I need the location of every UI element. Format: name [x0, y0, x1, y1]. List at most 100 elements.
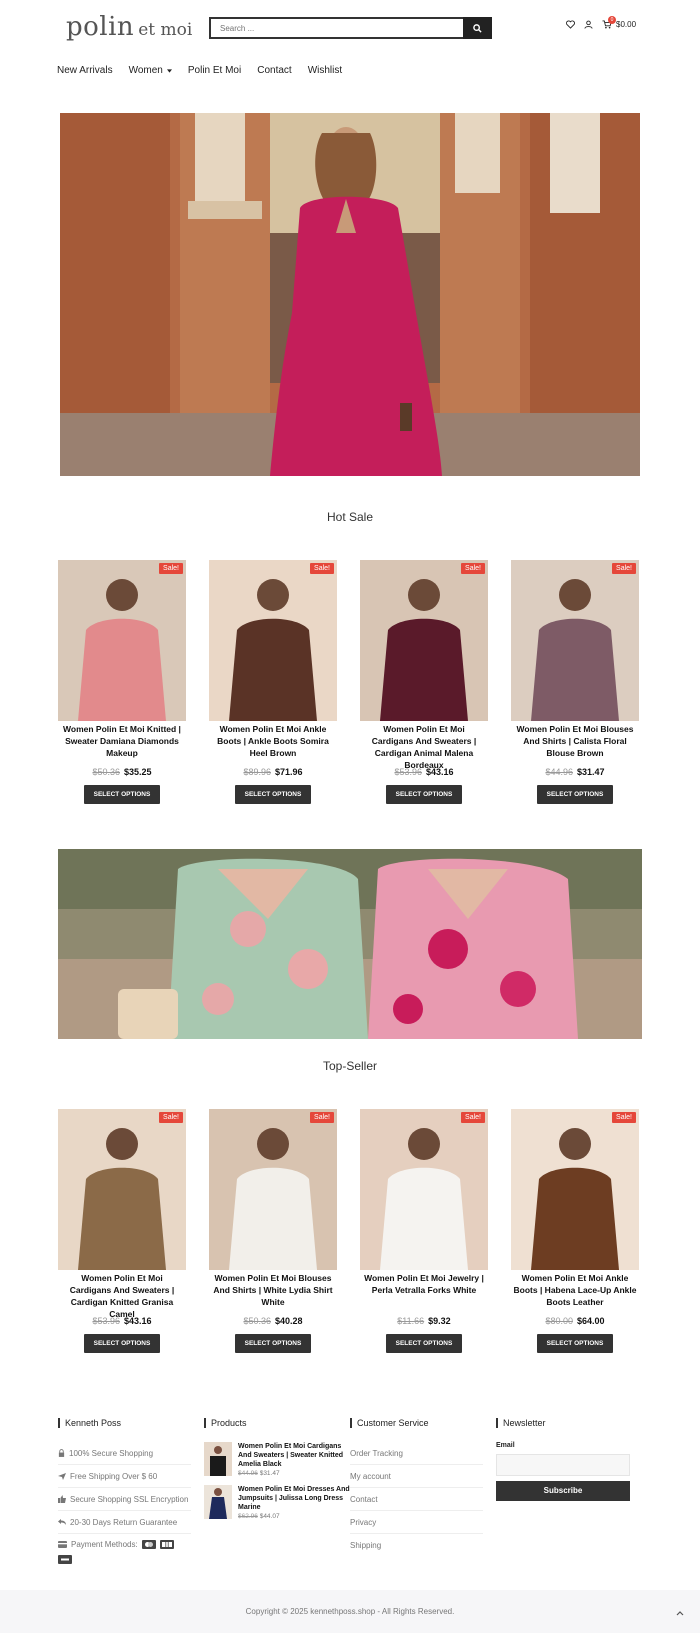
new-price: $40.28 [275, 1316, 303, 1326]
footer-product-title: Women Polin Et Moi Cardigans And Sweater… [238, 1443, 344, 1468]
footer-product-item[interactable]: Women Polin Et Moi Cardigans And Sweater… [204, 1442, 350, 1477]
subscribe-button[interactable]: Subscribe [496, 1481, 630, 1501]
visa-icon [58, 1555, 72, 1564]
product-card[interactable]: Sale! Women Polin Et Moi Blouses And Shir… [209, 1109, 337, 1353]
footer-products-title: Products [204, 1418, 350, 1428]
product-card[interactable]: Sale! Women Polin Et Moi Ankle Boots | Ha… [511, 1109, 639, 1353]
new-price: $43.16 [124, 1316, 152, 1326]
feature-secure-shopping: 100% Secure Shopping [58, 1442, 191, 1465]
product-card[interactable]: Sale! Women Polin Et Moi Jewelry | Perla … [360, 1109, 488, 1353]
site-logo[interactable]: polin et moi [66, 12, 192, 42]
old-price: $44.96 [545, 767, 573, 777]
feature-label: Secure Shopping SSL Encryption [70, 1494, 189, 1504]
product-card[interactable]: Sale! Women Polin Et Moi Cardigans And Sw… [360, 560, 488, 804]
promo-banner-image[interactable] [58, 849, 642, 1039]
product-title[interactable]: Women Polin Et Moi Blouses And Shirts | … [209, 1272, 337, 1312]
nav-contact[interactable]: Contact [257, 65, 291, 76]
footer-about-column: Kenneth Poss 100% Secure Shopping Free S… [58, 1418, 204, 1566]
product-image[interactable]: Sale! [360, 560, 488, 721]
product-price: $53.96 $43.16 [360, 767, 488, 777]
search-input[interactable] [209, 17, 463, 39]
product-title[interactable]: Women Polin Et Moi Jewelry | Perla Vetra… [360, 1272, 488, 1312]
footer-newsletter-title: Newsletter [496, 1418, 642, 1428]
feature-payment: Payment Methods: [58, 1534, 191, 1566]
header-actions: 0 $0.00 [566, 16, 637, 29]
email-label: Email [496, 1442, 515, 1449]
newsletter-email-input[interactable] [496, 1454, 630, 1476]
select-options-button[interactable]: SELECT OPTIONS [83, 1334, 161, 1353]
lock-icon [58, 1449, 65, 1457]
footer-product-price: $44.96 $31.47 [238, 1470, 350, 1477]
product-image[interactable]: Sale! [209, 560, 337, 721]
product-price: $50.36 $35.25 [58, 767, 186, 777]
footer-newsletter-column: Newsletter Email Subscribe [496, 1418, 642, 1566]
promo-illustration [58, 849, 642, 1039]
new-price: $31.47 [577, 767, 605, 777]
main-nav: New Arrivals Women Polin Et Moi Contact … [57, 65, 342, 76]
sale-badge: Sale! [461, 1112, 485, 1123]
footer-products-column: Products Women Polin Et Moi Cardigans An… [204, 1418, 350, 1566]
new-price: $71.96 [275, 767, 303, 777]
new-price: $64.00 [577, 1316, 605, 1326]
footer-product-price: $62.96 $44.07 [238, 1513, 350, 1520]
link-privacy[interactable]: Privacy [350, 1511, 483, 1534]
nav-women[interactable]: Women [129, 65, 172, 76]
product-image[interactable]: Sale! [511, 1109, 639, 1270]
footer-product-title: Women Polin Et Moi Dresses And Jumpsuits… [238, 1486, 350, 1511]
nav-new-arrivals[interactable]: New Arrivals [57, 65, 113, 76]
old-price: $50.36 [243, 1316, 271, 1326]
product-title[interactable]: Women Polin Et Moi Cardigans And Sweater… [360, 723, 488, 770]
product-price: $53.96 $43.16 [58, 1316, 186, 1326]
product-card[interactable]: Sale! Women Polin Et Moi Blouses And Shir… [511, 560, 639, 804]
product-price: $80.00 $64.00 [511, 1316, 639, 1326]
product-title[interactable]: Women Polin Et Moi Ankle Boots | Ankle B… [209, 723, 337, 763]
product-image[interactable]: Sale! [58, 560, 186, 721]
product-image[interactable]: Sale! [360, 1109, 488, 1270]
select-options-button[interactable]: SELECT OPTIONS [234, 1334, 312, 1353]
logo-sub-text: et moi [138, 20, 193, 40]
site-header: polinet moi 0 $0.00 [0, 0, 700, 56]
caret-down-icon [166, 68, 172, 73]
heart-icon[interactable] [566, 20, 575, 29]
user-icon[interactable] [584, 20, 593, 29]
product-image[interactable]: Sale! [209, 1109, 337, 1270]
feature-label: 100% Secure Shopping [69, 1448, 154, 1458]
old-price: $53.96 [394, 767, 422, 777]
product-title[interactable]: Women Polin Et Moi Blouses And Shirts | … [511, 723, 639, 763]
feature-return: 20-30 Days Return Guarantee [58, 1511, 191, 1534]
link-my-account[interactable]: My account [350, 1465, 483, 1488]
select-options-button[interactable]: SELECT OPTIONS [385, 785, 463, 804]
select-options-button[interactable]: SELECT OPTIONS [536, 785, 614, 804]
product-price: $50.36 $40.28 [209, 1316, 337, 1326]
select-options-button[interactable]: SELECT OPTIONS [234, 785, 312, 804]
link-order-tracking[interactable]: Order Tracking [350, 1442, 483, 1465]
product-card[interactable]: Sale! Women Polin Et Moi Ankle Boots | An… [209, 560, 337, 804]
footer-product-thumbnail [204, 1442, 232, 1476]
hero-banner-image[interactable] [60, 113, 640, 476]
product-card[interactable]: Sale! Women Polin Et Moi Cardigans And Sw… [58, 1109, 186, 1353]
feature-label: 20-30 Days Return Guarantee [70, 1517, 178, 1527]
product-card[interactable]: Sale! Women Polin Et Moi Knitted | Sweate… [58, 560, 186, 804]
select-options-button[interactable]: SELECT OPTIONS [83, 785, 161, 804]
link-contact[interactable]: Contact [350, 1488, 483, 1511]
link-shipping[interactable]: Shipping [350, 1534, 483, 1557]
product-title[interactable]: Women Polin Et Moi Ankle Boots | Habena … [511, 1272, 639, 1312]
product-title[interactable]: Women Polin Et Moi Knitted | Sweater Dam… [58, 723, 186, 763]
search-icon [473, 23, 482, 33]
scroll-to-top-icon[interactable] [676, 1610, 684, 1616]
nav-wishlist[interactable]: Wishlist [308, 65, 342, 76]
product-image[interactable]: Sale! [511, 560, 639, 721]
search-button[interactable] [463, 17, 492, 39]
new-price: $35.25 [124, 767, 152, 777]
nav-women-label: Women [128, 65, 163, 76]
jcb-icon [159, 1540, 174, 1549]
site-footer: Kenneth Poss 100% Secure Shopping Free S… [58, 1418, 642, 1566]
product-title[interactable]: Women Polin Et Moi Cardigans And Sweater… [58, 1272, 186, 1319]
footer-product-item[interactable]: Women Polin Et Moi Dresses And Jumpsuits… [204, 1485, 350, 1520]
product-image[interactable]: Sale! [58, 1109, 186, 1270]
cart-total: $0.00 [616, 20, 637, 29]
select-options-button[interactable]: SELECT OPTIONS [385, 1334, 463, 1353]
select-options-button[interactable]: SELECT OPTIONS [536, 1334, 614, 1353]
nav-polin-et-moi[interactable]: Polin Et Moi [188, 65, 241, 76]
cart-button[interactable]: 0 $0.00 [602, 16, 637, 29]
